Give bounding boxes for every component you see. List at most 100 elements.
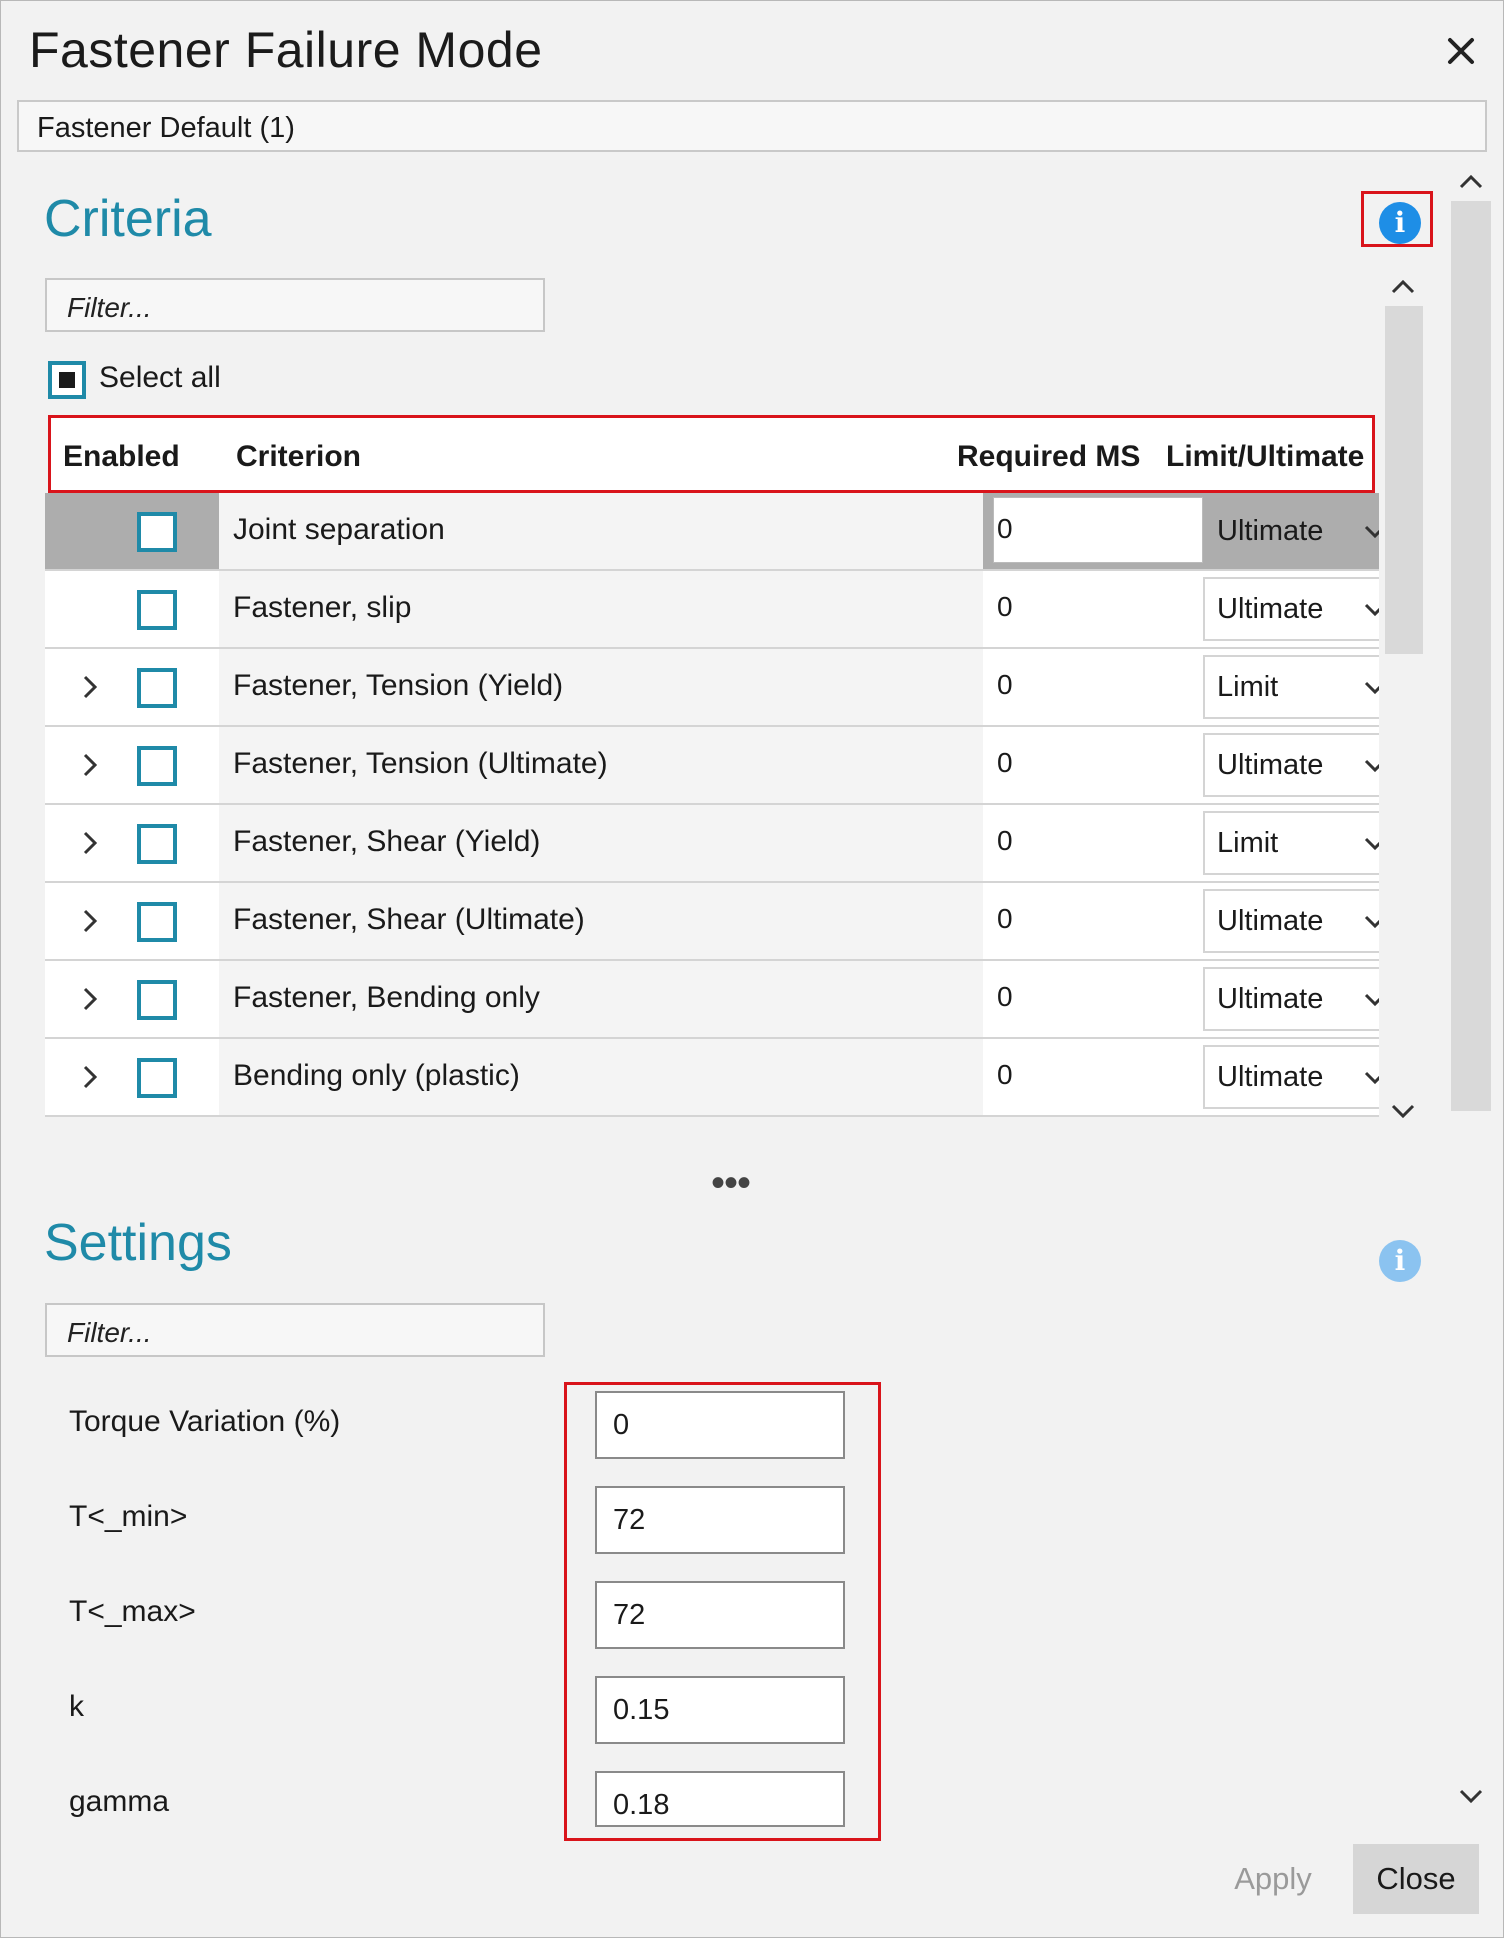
chevron-up-icon[interactable] [1385,273,1421,299]
enabled-checkbox[interactable] [137,824,177,864]
enabled-cell [45,961,219,1037]
table-row[interactable]: Joint separation 0 Ultimate [45,493,1379,571]
required-ms-input[interactable] [993,497,1203,563]
close-button[interactable]: Close [1353,1844,1479,1914]
chevron-up-icon[interactable] [1453,167,1489,195]
chevron-down-icon[interactable] [1385,1099,1421,1125]
criteria-filter-input[interactable]: Filter... [45,278,545,332]
limit-ultimate-dropdown[interactable]: Ultimate [1203,577,1379,641]
enabled-cell [45,727,219,803]
required-ms-cell[interactable]: 0 [983,571,1203,647]
limit-ultimate-dropdown[interactable]: Ultimate [1203,1045,1379,1109]
limit-ultimate-dropdown[interactable]: Ultimate [1203,733,1379,797]
setting-label: gamma [69,1785,170,1818]
settings-heading: Settings [44,1214,232,1272]
close-icon[interactable] [1435,25,1487,77]
required-ms-value: 0 [997,591,1013,622]
limit-ultimate-dropdown[interactable]: Ultimate [1203,967,1379,1031]
required-ms-value: 0 [997,669,1013,700]
required-ms-value: 0 [997,1059,1013,1090]
table-scrollbar-thumb[interactable] [1385,306,1423,654]
enabled-checkbox[interactable] [137,1058,177,1098]
required-ms-cell[interactable]: 0 [983,493,1203,569]
chevron-down-icon[interactable] [1453,1783,1489,1811]
required-ms-value: 0 [997,747,1013,778]
table-row[interactable]: Fastener, Tension (Ultimate) 0 Ultimate [45,727,1379,805]
limit-ultimate-value: Ultimate [1217,515,1324,547]
chevron-down-icon[interactable] [1359,907,1379,937]
enabled-checkbox[interactable] [137,746,177,786]
limit-ultimate-value: Ultimate [1217,749,1324,781]
chevron-right-icon[interactable] [75,983,105,1015]
limit-ultimate-value: Ultimate [1217,1061,1324,1093]
required-ms-value: 0 [997,903,1013,934]
table-row[interactable]: Fastener, Tension (Yield) 0 Limit [45,649,1379,727]
table-row[interactable]: Bending only (plastic) 0 Ultimate [45,1039,1379,1117]
limit-ultimate-value: Limit [1217,671,1279,703]
profile-selector[interactable]: Fastener Default (1) [17,100,1487,152]
chevron-down-icon[interactable] [1359,1063,1379,1093]
chevron-right-icon[interactable] [75,827,105,859]
column-header-criterion[interactable]: Criterion [236,440,361,474]
limit-ultimate-cell: Limit [1203,805,1379,881]
limit-ultimate-dropdown[interactable]: Ultimate [1203,499,1379,563]
criterion-label: Fastener, Bending only [233,981,540,1014]
section-splitter[interactable]: ••• [711,1161,751,1206]
required-ms-cell[interactable]: 0 [983,961,1203,1037]
required-ms-cell[interactable]: 0 [983,1039,1203,1115]
criterion-label: Fastener, slip [233,591,412,624]
criteria-table-header: Enabled Criterion Required MS Limit/Ulti… [48,415,1375,493]
table-row[interactable]: Fastener, Bending only 0 Ultimate [45,961,1379,1039]
limit-ultimate-cell: Ultimate [1203,727,1379,803]
limit-ultimate-dropdown[interactable]: Limit [1203,655,1379,719]
chevron-down-icon[interactable] [1359,595,1379,625]
limit-ultimate-cell: Ultimate [1203,493,1379,569]
dialog-title: Fastener Failure Mode [29,22,543,78]
table-row[interactable]: Fastener, Shear (Yield) 0 Limit [45,805,1379,883]
required-ms-cell[interactable]: 0 [983,805,1203,881]
enabled-cell [45,883,219,959]
apply-button[interactable]: Apply [1213,1844,1333,1914]
criterion-label: Joint separation [233,513,445,546]
column-header-enabled[interactable]: Enabled [63,440,180,474]
column-header-limit-ultimate[interactable]: Limit/Ultimate [1166,440,1364,474]
enabled-checkbox[interactable] [137,668,177,708]
chevron-right-icon[interactable] [75,749,105,781]
table-row[interactable]: Fastener, Shear (Ultimate) 0 Ultimate [45,883,1379,961]
setting-label: T<_min> [69,1500,188,1533]
limit-ultimate-cell: Ultimate [1203,883,1379,959]
required-ms-value: 0 [997,981,1013,1012]
chevron-down-icon[interactable] [1359,751,1379,781]
required-ms-cell[interactable]: 0 [983,883,1203,959]
chevron-down-icon[interactable] [1359,517,1379,547]
limit-ultimate-value: Limit [1217,827,1279,859]
limit-ultimate-dropdown[interactable]: Ultimate [1203,889,1379,953]
select-all-checkbox[interactable] [48,361,86,399]
required-ms-cell[interactable]: 0 [983,649,1203,725]
info-icon[interactable]: i [1379,1240,1421,1282]
enabled-checkbox[interactable] [137,980,177,1020]
chevron-down-icon[interactable] [1359,985,1379,1015]
settings-filter-input[interactable]: Filter... [45,1303,545,1357]
limit-ultimate-cell: Limit [1203,649,1379,725]
settings-values-highlight [564,1382,881,1841]
outer-scrollbar-thumb[interactable] [1451,201,1491,1111]
chevron-right-icon[interactable] [75,905,105,937]
table-row[interactable]: Fastener, slip 0 Ultimate [45,571,1379,649]
chevron-right-icon[interactable] [75,1061,105,1093]
chevron-down-icon[interactable] [1359,829,1379,859]
chevron-right-icon[interactable] [75,671,105,703]
info-icon[interactable]: i [1379,202,1421,244]
criterion-label: Fastener, Shear (Yield) [233,825,541,858]
chevron-down-icon[interactable] [1359,673,1379,703]
enabled-checkbox[interactable] [137,512,177,552]
enabled-checkbox[interactable] [137,902,177,942]
limit-ultimate-dropdown[interactable]: Limit [1203,811,1379,875]
required-ms-cell[interactable]: 0 [983,727,1203,803]
criterion-label: Bending only (plastic) [233,1059,520,1092]
limit-ultimate-cell: Ultimate [1203,1039,1379,1115]
enabled-cell [45,1039,219,1115]
setting-label: T<_max> [69,1595,196,1628]
enabled-checkbox[interactable] [137,590,177,630]
column-header-required-ms[interactable]: Required MS [957,440,1140,474]
